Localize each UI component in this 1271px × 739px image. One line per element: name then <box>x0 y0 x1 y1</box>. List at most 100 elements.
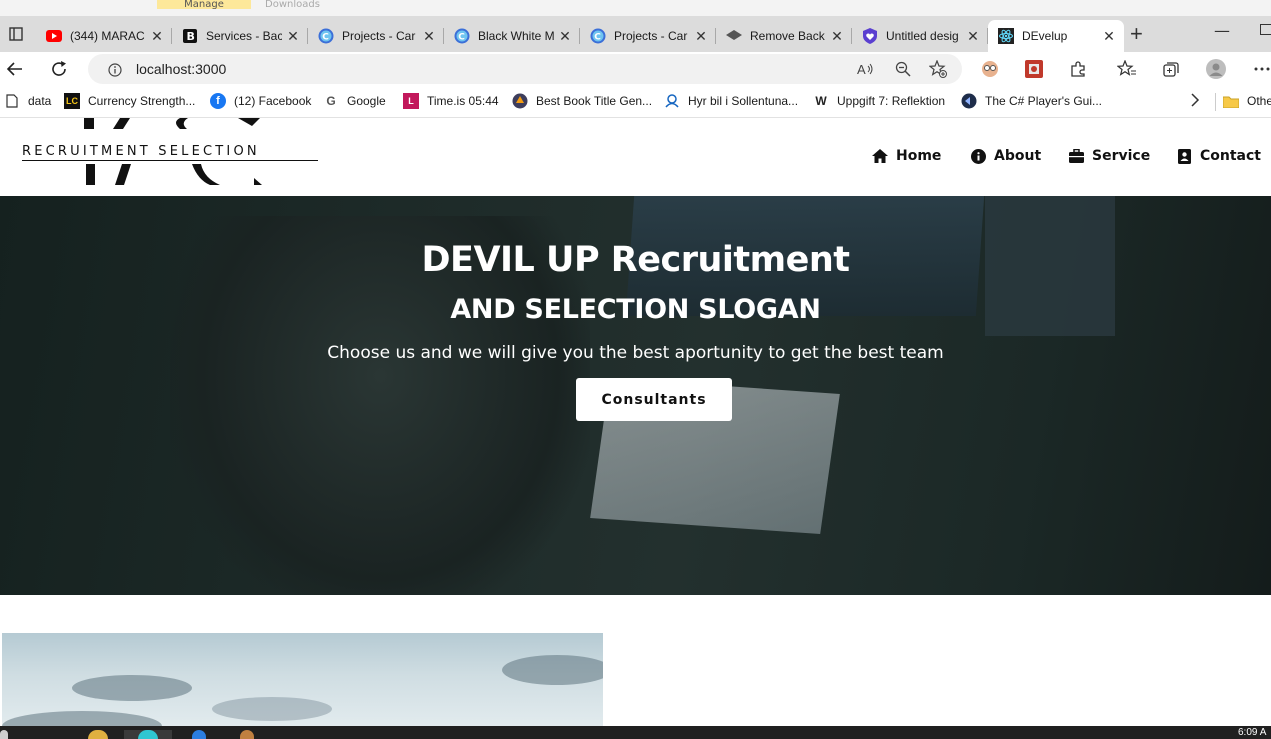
bookmark-google[interactable]: G Google <box>323 93 385 109</box>
read-aloud-icon[interactable]: A <box>857 60 875 78</box>
maximize-icon[interactable] <box>1260 24 1271 35</box>
site-info-icon[interactable] <box>108 62 122 81</box>
page-viewport: RECRUITMENT SELECTION Home About Service… <box>0 118 1271 726</box>
close-icon[interactable]: ✕ <box>830 28 844 45</box>
url-text[interactable]: localhost:3000 <box>136 61 226 77</box>
logo-text: RECRUITMENT SELECTION <box>22 144 260 159</box>
hero-tagline: Choose us and we will give you the best … <box>327 343 944 363</box>
new-tab-button[interactable]: + <box>1130 23 1143 45</box>
bookmark-book-title[interactable]: Best Book Title Gen... <box>512 93 652 109</box>
bookmark-label: Uppgift 7: Reflektion <box>837 94 946 108</box>
site-navbar: RECRUITMENT SELECTION Home About Service… <box>0 118 1271 196</box>
refresh-icon[interactable] <box>49 59 69 79</box>
contact-card-icon <box>1176 148 1192 164</box>
sky-image <box>2 633 603 726</box>
manage-tab-label[interactable]: Manage <box>157 0 251 9</box>
zoom-out-icon[interactable] <box>894 60 912 78</box>
bookmark-car-rental[interactable]: Hyr bil i Sollentuna... <box>664 93 798 109</box>
bookmarks-divider <box>1215 93 1216 111</box>
tab-actions-icon[interactable] <box>0 16 32 52</box>
bookmark-csharp[interactable]: The C# Player's Gui... <box>961 93 1102 109</box>
extension-face-icon[interactable] <box>980 59 1000 79</box>
svg-text:A: A <box>857 62 866 76</box>
bootstrap-icon: B <box>182 28 198 44</box>
os-taskbar: 6:09 A <box>0 726 1271 739</box>
profile-avatar-icon[interactable] <box>1206 59 1226 79</box>
favorites-icon[interactable] <box>1117 59 1137 79</box>
bookmark-label: Othe <box>1247 94 1271 108</box>
bookmark-other-favorites[interactable]: Othe <box>1223 93 1271 109</box>
minimize-icon[interactable]: — <box>1214 21 1230 40</box>
add-favorite-icon[interactable] <box>929 60 947 78</box>
close-icon[interactable]: ✕ <box>966 28 980 45</box>
hero-section: DEVIL UP Recruitment AND SELECTION SLOGA… <box>0 196 1271 595</box>
cloud-shape <box>72 675 192 701</box>
svg-text:C: C <box>594 33 601 43</box>
nav-label: Contact <box>1200 148 1261 164</box>
info-icon <box>970 148 986 164</box>
bookmark-currency-strength[interactable]: LC Currency Strength... <box>64 93 195 109</box>
nav-contact[interactable]: Contact <box>1176 148 1261 164</box>
close-icon[interactable]: ✕ <box>150 28 164 45</box>
edge-icon[interactable] <box>138 730 158 739</box>
tab-projects-1[interactable]: C Projects - Car ✕ <box>308 20 444 52</box>
taskbar-clock[interactable]: 6:09 A <box>1238 727 1266 738</box>
bookmark-facebook[interactable]: f (12) Facebook <box>210 93 311 109</box>
bookmark-label: Best Book Title Gen... <box>536 94 653 108</box>
nav-home[interactable]: Home <box>872 148 941 164</box>
tab-title: Remove Back <box>750 29 825 43</box>
app-icon[interactable] <box>240 730 254 739</box>
canva-icon: C <box>318 28 334 44</box>
close-icon[interactable]: ✕ <box>286 28 300 45</box>
more-menu-icon[interactable] <box>1252 59 1271 79</box>
file-explorer-icon[interactable] <box>88 730 108 739</box>
canva-icon: C <box>590 28 606 44</box>
home-icon <box>872 148 888 164</box>
bookmarks-bar: data LC Currency Strength... f (12) Face… <box>0 86 1271 118</box>
bookmark-label: Time.is 05:44 <box>427 94 499 108</box>
tab-black-white[interactable]: C Black White M ✕ <box>444 20 580 52</box>
address-bar[interactable]: localhost:3000 A <box>88 54 962 84</box>
close-icon[interactable]: ✕ <box>694 28 708 45</box>
vscode-icon[interactable] <box>192 730 206 739</box>
tab-untitled-design[interactable]: Untitled desig ✕ <box>852 20 988 52</box>
logo-underline <box>22 160 318 161</box>
close-icon[interactable]: ✕ <box>1102 28 1116 45</box>
bookmark-uppgift[interactable]: W Uppgift 7: Reflektion <box>813 93 945 109</box>
hero-title: DEVIL UP Recruitment <box>421 240 850 280</box>
tab-remove-bg[interactable]: Remove Back ✕ <box>716 20 852 52</box>
bookmark-data[interactable]: data <box>4 93 51 109</box>
hero-subtitle: AND SELECTION SLOGAN <box>450 294 821 325</box>
consultants-button[interactable]: Consultants <box>576 378 732 421</box>
nav-label: Service <box>1092 148 1151 164</box>
close-icon[interactable]: ✕ <box>558 28 572 45</box>
close-icon[interactable]: ✕ <box>422 28 436 45</box>
nav-service[interactable]: Service <box>1068 148 1150 164</box>
site-logo[interactable]: RECRUITMENT SELECTION <box>22 118 322 188</box>
shield-heart-icon <box>862 28 878 44</box>
w-icon: W <box>815 94 827 108</box>
search-icon[interactable] <box>0 730 8 739</box>
tab-services[interactable]: B Services - Bac ✕ <box>172 20 308 52</box>
cloud-shape <box>2 711 162 726</box>
chevron-right-icon[interactable] <box>1190 93 1200 107</box>
briefcase-icon <box>1068 148 1084 164</box>
bookmark-label: Hyr bil i Sollentuna... <box>688 94 799 108</box>
back-icon[interactable] <box>5 59 25 79</box>
svg-text:C: C <box>322 33 329 43</box>
cloud-shape <box>502 655 603 685</box>
collections-icon[interactable] <box>1161 59 1181 79</box>
extensions-puzzle-icon[interactable] <box>1068 59 1088 79</box>
remove-bg-icon <box>726 28 742 44</box>
bookmark-label: Currency Strength... <box>88 94 196 108</box>
tab-youtube[interactable]: (344) MARAC ✕ <box>36 20 172 52</box>
nav-label: Home <box>896 148 942 164</box>
document-icon <box>4 93 20 109</box>
tab-projects-2[interactable]: C Projects - Car ✕ <box>580 20 716 52</box>
downloads-label[interactable]: Downloads <box>265 0 320 10</box>
bookmark-timeis[interactable]: L Time.is 05:44 <box>403 93 499 109</box>
nav-about[interactable]: About <box>970 148 1041 164</box>
tab-develup[interactable]: DEvelup ✕ <box>988 20 1124 52</box>
extension-red-icon[interactable] <box>1024 59 1044 79</box>
tab-title: (344) MARAC <box>70 29 145 43</box>
